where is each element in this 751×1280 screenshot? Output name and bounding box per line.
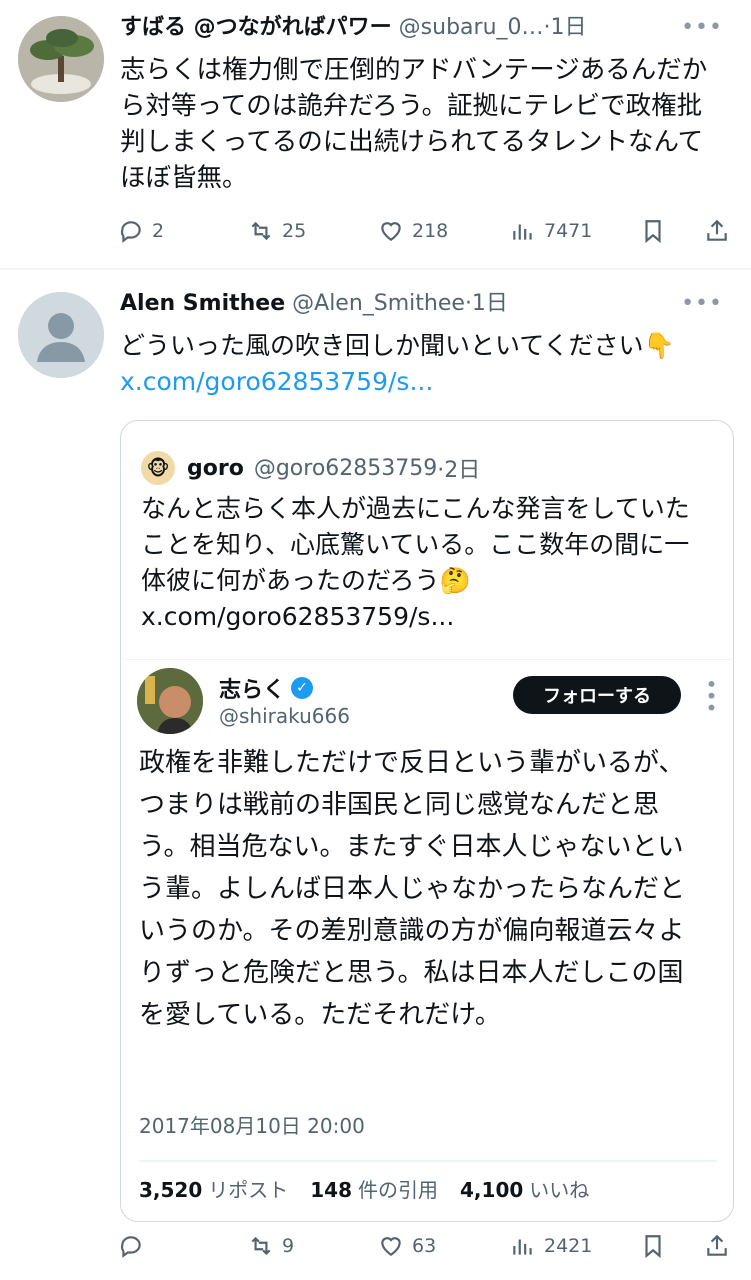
repost-stat-label: リポスト [208,1178,289,1202]
view-count: 7471 [544,220,593,242]
repost-button[interactable]: 9 [248,1226,294,1266]
reply-button[interactable] [118,1226,152,1266]
avatar[interactable] [18,16,104,102]
reply-count: 2 [152,220,165,242]
views-icon [513,224,532,240]
more-options-icon[interactable]: ••• [681,290,723,318]
embedded-name: 志らく [219,678,286,703]
display-name[interactable]: goro [187,456,244,481]
like-button[interactable]: 218 [378,211,448,251]
tweet-divider [0,268,751,270]
views-button[interactable]: 7471 [510,211,592,251]
embedded-tweet-text: 政権を非難しただけで反日という輩がいるが、つまりは戦前の非国民と同じ感覚なんだと… [139,748,686,1030]
like-count: 63 [412,1235,437,1257]
shiraku-avatar-image [137,668,203,734]
view-count: 2421 [544,1235,593,1257]
embedded-tweet-stats: 3,520 リポスト 148 件の引用 4,100 いいね [139,1174,611,1203]
quoted-tweet-text: なんと志らく本人が過去にこんな発言をしていたことを知り、心底驚いている。ここ数年… [141,491,711,635]
like-stat[interactable]: 4,100 いいね [460,1174,589,1203]
avatar[interactable]: 🐵 [141,451,175,485]
follow-button[interactable]: フォローする [513,676,681,714]
more-options-icon[interactable]: ••• [681,14,723,42]
like-button[interactable]: 63 [378,1226,436,1266]
share-icon [707,219,727,241]
timestamp[interactable]: ·2日 [437,452,480,484]
bookmark-button[interactable] [640,1226,666,1266]
quoted-tweet-text-content: なんと志らく本人が過去にこんな発言をしていたことを知り、心底驚いている。ここ数年… [141,494,690,595]
repost-stat-count: 3,520 [139,1178,203,1202]
embedded-tweet-date[interactable]: 2017年08月10日 20:00 [139,1110,365,1139]
user-handle[interactable]: @subaru_0… [399,15,544,40]
timestamp[interactable]: ·1日 [465,291,508,316]
bookmark-button[interactable] [640,211,666,251]
repost-button[interactable]: 25 [248,211,306,251]
default-avatar-icon [18,292,104,378]
tweet-link[interactable]: x.com/goro62853759/s... [120,367,433,396]
embedded-display-name[interactable]: 志らく ✓ [219,672,314,704]
bonsai-avatar-image [18,16,104,102]
embedded-handle[interactable]: @shiraku666 [219,704,350,728]
avatar[interactable] [137,668,203,734]
quote-stat[interactable]: 148 件の引用 [310,1174,438,1203]
user-handle[interactable]: @goro62853759 [254,456,437,481]
heart-icon [381,1237,401,1256]
more-options-icon[interactable]: ••• [699,678,723,713]
share-button[interactable] [704,1226,730,1266]
reply-icon [120,1236,141,1258]
avatar[interactable] [18,292,104,378]
like-stat-count: 4,100 [460,1178,524,1202]
repost-icon [251,1236,271,1256]
tweet-header: すばる @つながればパワー @subaru_0…·1日 [120,14,587,42]
quoted-tweet-card[interactable]: 🐵 goro @goro62853759·2日 なんと志らく本人が過去にこんな発… [120,420,734,1222]
like-count: 218 [412,220,449,242]
verified-badge-icon: ✓ [291,677,314,699]
views-icon [513,1239,532,1255]
bookmark-icon [645,1235,661,1259]
pointing-down-emoji: 👇 [643,331,675,360]
display-name[interactable]: すばる @つながればパワー [120,15,392,40]
quote-stat-label: 件の引用 [358,1178,439,1202]
embedded-tweet[interactable]: 志らく ✓ @shiraku666 フォローする ••• 政権を非難しただけで反… [121,659,732,1219]
share-button[interactable] [704,211,730,251]
tweet-subaru[interactable]: すばる @つながればパワー @subaru_0…·1日 ••• 志らくは権力側で… [0,0,751,270]
repost-icon [251,221,271,241]
stats-divider [139,1160,717,1162]
action-bar: 9 63 2421 [0,1226,751,1266]
monkey-icon: 🐵 [146,456,170,480]
quote-stat-count: 148 [310,1178,353,1202]
reply-button[interactable]: 2 [118,211,164,251]
like-stat-label: いいね [529,1178,590,1202]
bookmark-icon [645,220,661,244]
action-bar: 2 25 218 7471 [0,211,751,251]
tweet-text: どういった風の吹き回しか聞いといてください👇 x.com/goro6285375… [120,328,720,400]
reply-icon [120,221,141,243]
tweet-text: 志らくは権力側で圧倒的アドバンテージあるんだから対等ってのは詭弁だろう。証拠にテ… [120,55,708,193]
quoted-tweet-header: 🐵 goro @goro62853759·2日 [141,451,480,485]
tweet-text-content: どういった風の吹き回しか聞いといてください [120,331,644,360]
thinking-face-emoji: 🤔 [439,566,471,595]
repost-count: 9 [282,1235,295,1257]
views-button[interactable]: 2421 [510,1226,592,1266]
repost-stat[interactable]: 3,520 リポスト [139,1174,288,1203]
timestamp[interactable]: ·1日 [544,15,587,40]
heart-icon [381,222,401,241]
repost-count: 25 [282,220,307,242]
share-icon [707,1234,727,1256]
display-name[interactable]: Alen Smithee [120,291,285,316]
tweet-header: Alen Smithee @Alen_Smithee·1日 [120,290,508,318]
quoted-tweet-link[interactable]: x.com/goro62853759/s... [141,602,454,631]
user-handle[interactable]: @Alen_Smithee [292,291,465,316]
